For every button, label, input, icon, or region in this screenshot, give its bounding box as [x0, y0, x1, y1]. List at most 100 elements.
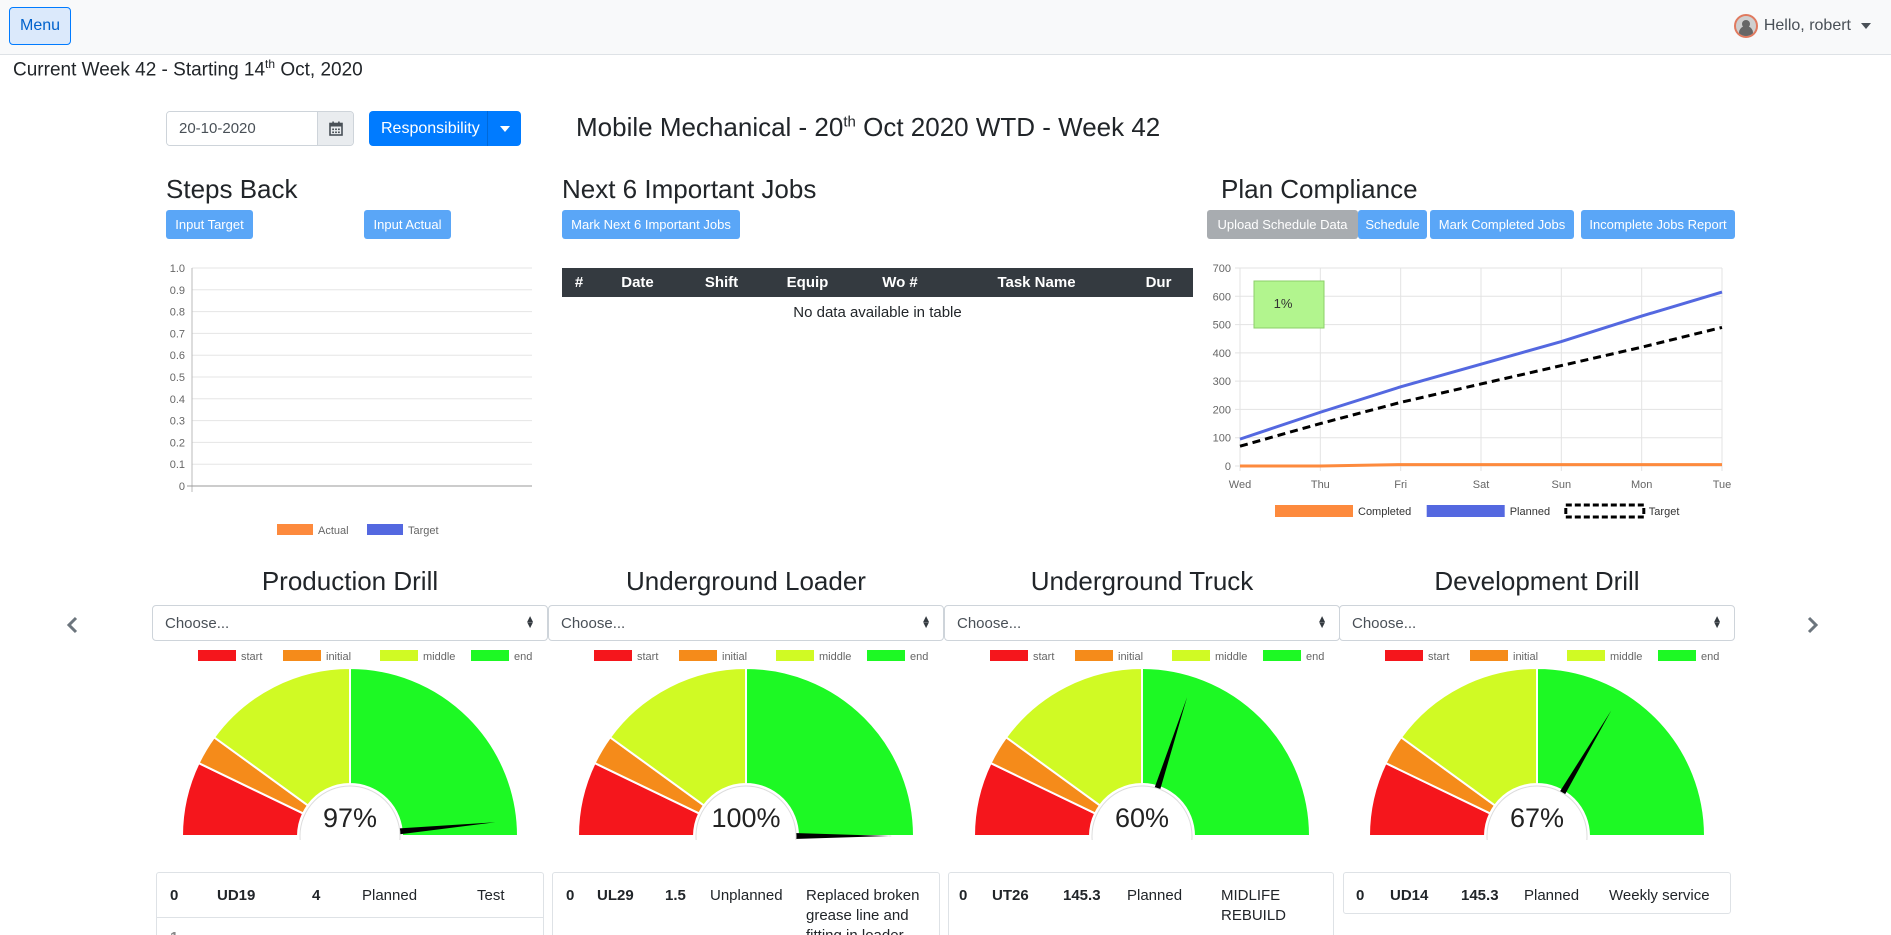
legend-label: end	[1701, 651, 1719, 663]
y-tick-label: 0.1	[170, 459, 185, 471]
important-jobs-title: Next 6 Important Jobs	[562, 174, 817, 204]
plan-compliance-chart: 0 100 200 300 400 500 600 700 Wed Thu Fri Sat Sun Mon…	[1213, 263, 1732, 519]
current-week-label: Current Week 42 - Starting 14th Oct, 202…	[13, 57, 363, 81]
dropdown-toggle[interactable]	[487, 111, 521, 146]
chevron-down-icon	[1861, 23, 1871, 29]
x-tick-label: Mon	[1631, 479, 1652, 491]
job-card-underground-truck[interactable]: 0 UT26 145.3 Planned MIDLIFE REBUILD	[948, 872, 1334, 935]
gauge-title: Production Drill	[261, 566, 439, 596]
job-type: Planned	[362, 887, 418, 904]
legend-swatch	[1426, 505, 1505, 517]
carousel-next-button[interactable]	[1801, 613, 1825, 637]
select-arrows-icon: ▲ ▼	[525, 614, 535, 631]
legend-swatch	[1385, 650, 1423, 661]
select-arrows-icon: ▲ ▼	[1712, 614, 1722, 631]
col-task-name[interactable]: Task Name	[949, 268, 1124, 297]
compliance-badge-label: 1%	[1274, 296, 1293, 311]
y-tick-label: 700	[1213, 263, 1231, 275]
legend-label: initial	[1513, 651, 1538, 663]
col-number[interactable]: #	[562, 268, 596, 297]
responsibility-dropdown[interactable]: Responsibility	[369, 111, 521, 146]
user-menu[interactable]: Hello, robert	[1733, 14, 1871, 38]
col-duration[interactable]: Dur	[1124, 268, 1193, 297]
input-target-button[interactable]: Input Target	[166, 210, 253, 239]
col-shift[interactable]: Shift	[679, 268, 764, 297]
gauge-title: Underground Loader	[626, 566, 866, 596]
gauge-filter-select[interactable]: Choose... ▲ ▼	[548, 605, 944, 641]
row-number: 0	[566, 887, 575, 904]
y-tick-label: 1.0	[170, 263, 185, 275]
row-number: 1	[170, 929, 178, 935]
task-name-line: fitting in loader	[806, 927, 904, 935]
y-tick-label: 600	[1213, 291, 1231, 303]
legend-label: end	[1306, 651, 1324, 663]
equipment-id: UD14	[1390, 887, 1429, 904]
job-card-underground-loader[interactable]: 0 UL29 1.5 Unplanned Replaced broken gre…	[552, 872, 940, 935]
job-card-development-drill[interactable]: 0 UD14 145.3 Planned Weekly service	[1343, 872, 1731, 914]
legend-label: end	[514, 651, 532, 663]
gauge-chart: start initial middle end 60%	[972, 650, 1324, 840]
date-picker[interactable]	[166, 111, 354, 146]
mark-completed-jobs-button[interactable]: Mark Completed Jobs	[1430, 210, 1574, 239]
legend-label: start	[241, 651, 262, 663]
gauge-filter-select[interactable]: Choose... ▲ ▼	[152, 605, 548, 641]
date-input[interactable]	[167, 112, 317, 145]
col-date[interactable]: Date	[596, 268, 679, 297]
legend-label: Target	[408, 525, 439, 537]
gauge-value-label: 97%	[323, 803, 377, 833]
legend-swatch	[380, 650, 418, 661]
select-arrows-icon: ▲ ▼	[1317, 614, 1327, 631]
mark-important-jobs-button[interactable]: Mark Next 6 Important Jobs	[562, 210, 740, 239]
y-tick-label: 0.5	[170, 372, 185, 384]
chevron-down-icon	[499, 125, 510, 132]
top-navbar: Menu Hello, robert	[0, 0, 1891, 55]
calendar-icon[interactable]	[317, 112, 353, 145]
input-actual-button[interactable]: Input Actual	[364, 210, 451, 239]
row-number: 0	[959, 887, 968, 904]
gauge-chart: start initial middle end 67%	[1367, 650, 1719, 840]
gauge-value-label: 100%	[711, 803, 780, 833]
gauge-filter-select[interactable]: Choose... ▲ ▼	[1339, 605, 1735, 641]
legend-label: middle	[819, 651, 851, 663]
steps-back-title: Steps Back	[166, 174, 298, 204]
duration: 145.3	[1461, 887, 1499, 904]
y-tick-label: 0	[1225, 461, 1231, 473]
job-type: Planned	[1524, 887, 1580, 904]
legend-swatch	[471, 650, 509, 661]
legend-swatch	[1658, 650, 1696, 661]
y-tick-label: 0.3	[170, 416, 185, 428]
user-greeting: Hello, robert	[1763, 17, 1851, 34]
important-jobs-table: # Date Shift Equip Wo # Task Name Dur No…	[562, 268, 1193, 327]
legend-label: Completed	[1358, 506, 1411, 518]
col-equip[interactable]: Equip	[764, 268, 851, 297]
plan-compliance-title: Plan Compliance	[1221, 174, 1418, 204]
duration: 4	[312, 887, 321, 904]
menu-button[interactable]: Menu	[9, 7, 71, 45]
legend-label: start	[1428, 651, 1449, 663]
incomplete-jobs-report-button[interactable]: Incomplete Jobs Report	[1581, 210, 1735, 239]
carousel-prev-button[interactable]	[60, 613, 84, 637]
legend-label: initial	[326, 651, 351, 663]
gauge-filter-select[interactable]: Choose... ▲ ▼	[944, 605, 1340, 641]
select-value: Choose...	[1352, 614, 1417, 632]
legend-swatch	[1470, 650, 1508, 661]
legend-label: Target	[1649, 506, 1680, 518]
col-wo[interactable]: Wo #	[851, 268, 949, 297]
task-name: Replaced broken	[806, 887, 920, 904]
task-name: Test	[477, 887, 505, 904]
x-tick-label: Fri	[1394, 479, 1407, 491]
y-tick-label: 200	[1213, 404, 1231, 416]
page-title: Mobile Mechanical - 20th Oct 2020 WTD - …	[576, 112, 1161, 142]
responsibility-label: Responsibility	[381, 119, 480, 137]
y-tick-label: 300	[1213, 376, 1231, 388]
legend-label: Planned	[1510, 506, 1550, 518]
job-card-production-drill[interactable]: 0 UD19 4 Planned Test 1	[156, 872, 544, 935]
schedule-button[interactable]: Schedule	[1358, 210, 1427, 239]
legend-label: Actual	[318, 525, 349, 537]
series-line-completed	[1240, 463, 1722, 468]
steps-back-chart: 0 0.1 0.2 0.3 0.4 0.5 0.6 0.7 0.8 0.9 1.0 Actual Tar…	[170, 263, 532, 537]
x-tick-label: Tue	[1713, 479, 1732, 491]
legend-swatch	[1075, 650, 1113, 661]
upload-schedule-button[interactable]: Upload Schedule Data	[1207, 210, 1358, 239]
legend-swatch	[679, 650, 717, 661]
